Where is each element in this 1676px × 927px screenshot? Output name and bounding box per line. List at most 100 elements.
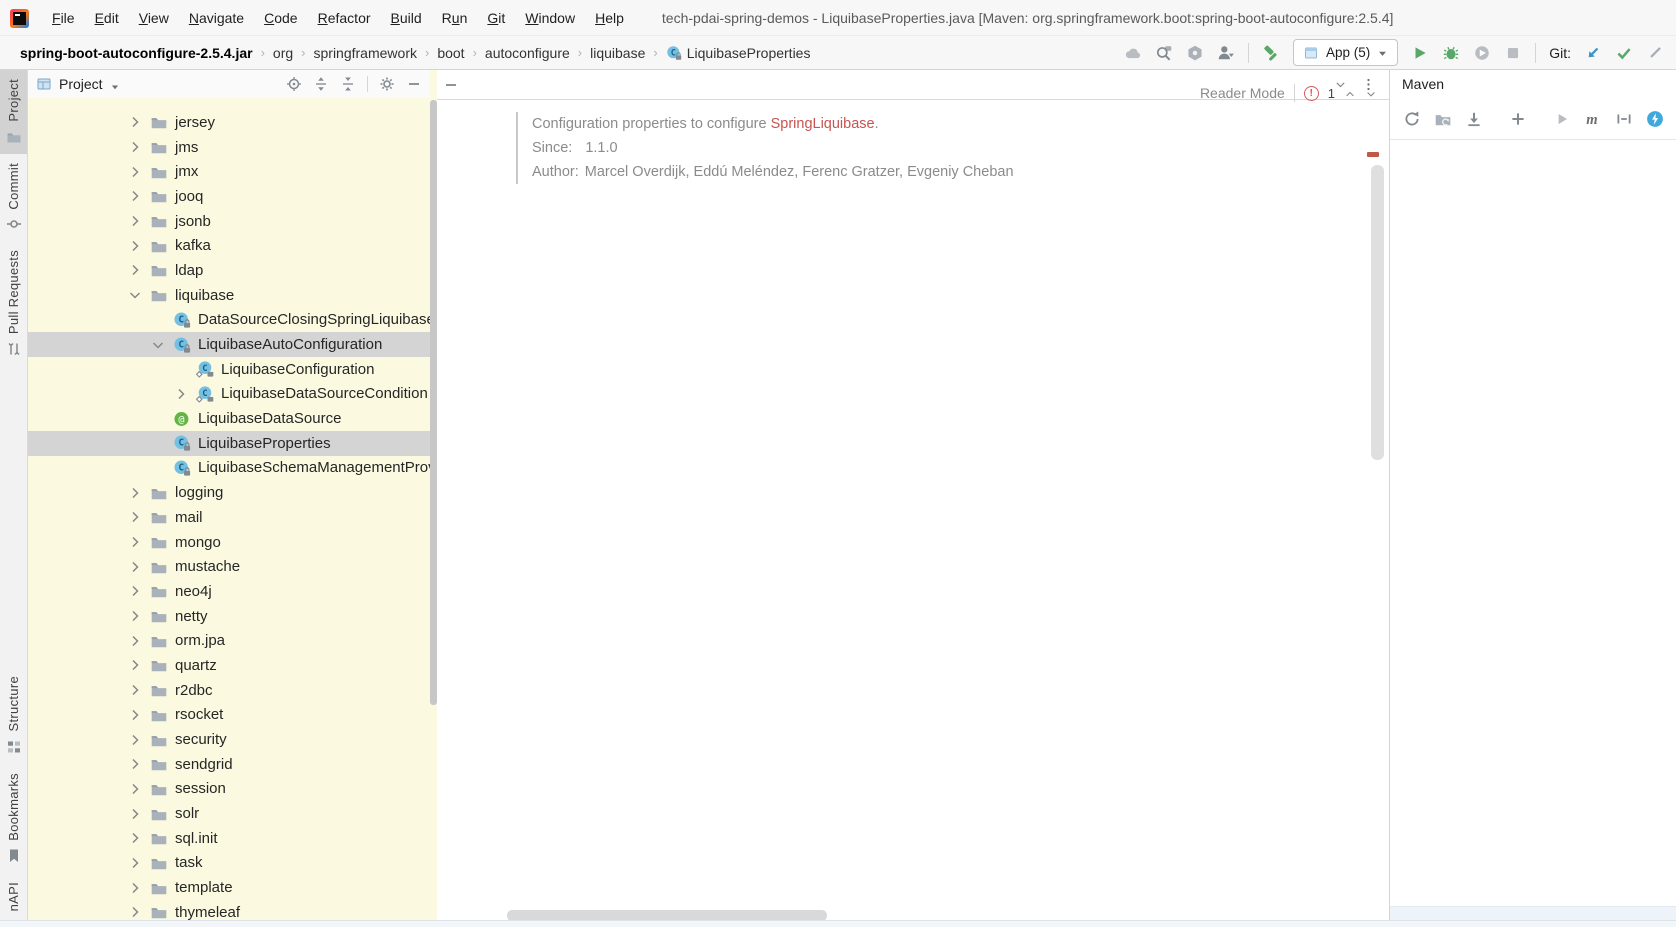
project-tree-item[interactable]: sendgrid (28, 752, 430, 777)
menu-git[interactable]: Git (477, 6, 515, 30)
chevron-right-icon[interactable] (127, 806, 143, 822)
project-tree-item[interactable]: quartz (28, 653, 430, 678)
stripe-item-napi[interactable]: nAPI (0, 873, 27, 920)
chevron-right-icon[interactable] (127, 781, 143, 797)
project-tree-item[interactable]: mongo (28, 530, 430, 555)
chevron-right-icon[interactable] (127, 262, 143, 278)
collapse-all-icon[interactable] (340, 76, 356, 92)
generate-sources-folder-icon[interactable] (1434, 110, 1452, 128)
project-tree-item[interactable]: logging (28, 480, 430, 505)
menu-help[interactable]: Help (585, 6, 634, 30)
chevron-right-icon[interactable] (127, 509, 143, 525)
project-tree-item[interactable]: CLiquibaseSchemaManagementProvid (28, 456, 430, 481)
project-tree-item[interactable]: CDataSourceClosingSpringLiquibase (28, 308, 430, 333)
project-tree-item[interactable]: CLiquibaseProperties (28, 431, 430, 456)
project-tree-item[interactable]: mail (28, 505, 430, 530)
chevron-right-icon[interactable] (127, 485, 143, 501)
project-tree-item[interactable]: security (28, 727, 430, 752)
breadcrumb-item[interactable]: liquibase (590, 45, 645, 61)
chevron-right-icon[interactable] (127, 682, 143, 698)
chevron-right-icon[interactable] (127, 855, 143, 871)
project-tree-item[interactable]: mustache (28, 554, 430, 579)
cloud-icon[interactable] (1124, 44, 1142, 62)
settings-gear-icon[interactable] (379, 76, 395, 92)
chevron-right-icon[interactable] (127, 904, 143, 920)
chevron-down-icon[interactable] (1365, 87, 1377, 99)
project-tree-item[interactable]: template (28, 875, 430, 900)
project-tree-item[interactable]: task (28, 851, 430, 876)
chevron-right-icon[interactable] (127, 213, 143, 229)
project-tree-item[interactable]: @LiquibaseDataSource (28, 406, 430, 431)
project-panel-title[interactable]: Project (59, 76, 103, 92)
reimport-maven-icon[interactable] (1403, 110, 1421, 128)
breadcrumb-item[interactable]: boot (437, 45, 464, 61)
project-tree-item[interactable]: solr (28, 801, 430, 826)
download-sources-icon[interactable] (1465, 110, 1483, 128)
chevron-right-icon[interactable] (127, 188, 143, 204)
git-rollback-icon[interactable] (1646, 44, 1664, 62)
stripe-item-pull-requests[interactable]: Pull Requests (0, 241, 27, 366)
breadcrumb-item[interactable]: springframework (314, 45, 417, 61)
chevron-right-icon[interactable] (127, 583, 143, 599)
project-tree-item[interactable]: jms (28, 135, 430, 160)
run-with-coverage-icon[interactable] (1473, 44, 1491, 62)
project-tree-item[interactable]: ldap (28, 258, 430, 283)
chevron-right-icon[interactable] (127, 608, 143, 624)
stripe-item-project[interactable]: Project (0, 70, 27, 154)
chevron-down-icon[interactable] (150, 337, 166, 353)
project-tree-item[interactable]: CLiquibaseAutoConfiguration (28, 332, 430, 357)
project-tree-item[interactable]: sql.init (28, 826, 430, 851)
skip-tests-icon[interactable] (1615, 110, 1633, 128)
chevron-right-icon[interactable] (173, 386, 189, 402)
chevron-down-icon[interactable] (127, 287, 143, 303)
run-button[interactable] (1411, 44, 1429, 62)
editor-horizontal-scrollbar[interactable] (507, 910, 827, 920)
debug-button[interactable] (1442, 44, 1460, 62)
menu-edit[interactable]: Edit (85, 6, 129, 30)
editor-vertical-scrollbar[interactable] (1371, 165, 1384, 460)
project-tree-item[interactable]: session (28, 777, 430, 802)
project-tree-scrollbar[interactable] (430, 70, 437, 920)
project-tree-item[interactable]: thymeleaf (28, 900, 430, 920)
project-tree-item[interactable]: jmx (28, 159, 430, 184)
minimize-icon[interactable] (443, 77, 459, 93)
menu-window[interactable]: Window (515, 6, 585, 30)
stripe-item-structure[interactable]: Structure (0, 667, 27, 763)
chevron-right-icon[interactable] (127, 880, 143, 896)
scrollbar-thumb[interactable] (430, 100, 437, 705)
chevron-right-icon[interactable] (127, 830, 143, 846)
project-tree-item[interactable]: jooq (28, 184, 430, 209)
project-tree-item[interactable]: r2dbc (28, 678, 430, 703)
menu-code[interactable]: Code (254, 6, 307, 30)
breadcrumb-item[interactable]: CLiquibaseProperties (666, 45, 811, 61)
project-tree-item[interactable]: jsonb (28, 209, 430, 234)
breadcrumb-item[interactable]: autoconfigure (485, 45, 570, 61)
git-update-icon[interactable] (1584, 44, 1602, 62)
menu-refactor[interactable]: Refactor (308, 6, 381, 30)
chevron-up-icon[interactable] (1344, 87, 1356, 99)
add-maven-project-icon[interactable] (1509, 110, 1527, 128)
breadcrumb-item[interactable]: spring-boot-autoconfigure-2.5.4.jar (20, 45, 253, 61)
search-everywhere-icon[interactable] (1155, 44, 1173, 62)
project-tree-item[interactable]: kafka (28, 233, 430, 258)
plugin-hexagon-icon[interactable] (1186, 44, 1204, 62)
menu-run[interactable]: Run (432, 6, 478, 30)
error-stripe-mark[interactable] (1367, 152, 1379, 157)
project-tree-item[interactable]: neo4j (28, 579, 430, 604)
stripe-item-bookmarks[interactable]: Bookmarks (0, 764, 27, 873)
chevron-right-icon[interactable] (127, 707, 143, 723)
project-tree-item[interactable]: rsocket (28, 703, 430, 728)
chevron-right-icon[interactable] (127, 164, 143, 180)
project-tree-item[interactable]: netty (28, 604, 430, 629)
project-tree-item[interactable]: liquibase (28, 283, 430, 308)
menu-build[interactable]: Build (381, 6, 432, 30)
user-account-icon[interactable] (1217, 44, 1235, 62)
maven-m-icon[interactable]: m (1584, 110, 1602, 128)
locate-file-icon[interactable] (286, 76, 302, 92)
chevron-right-icon[interactable] (127, 114, 143, 130)
maven-horizontal-scrollbar[interactable] (1390, 906, 1676, 920)
project-tree-item[interactable]: jersey (28, 110, 430, 135)
project-tree-item[interactable]: CLiquibaseConfiguration (28, 357, 430, 382)
chevron-right-icon[interactable] (127, 534, 143, 550)
expand-all-icon[interactable] (313, 76, 329, 92)
